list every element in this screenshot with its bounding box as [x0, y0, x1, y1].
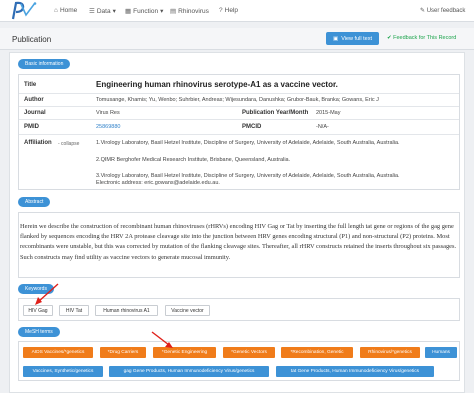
feedback-icon: ✎ [420, 8, 427, 14]
mesh-term[interactable]: *Drug Carriers [100, 347, 146, 358]
pmid-label: PMID [24, 124, 39, 130]
affiliation-3: 3.Virology Laboratory, Basil Hetzel Inst… [96, 173, 400, 179]
divider [19, 93, 459, 94]
function-icon: ▦ [125, 8, 132, 15]
nav-home-label: Home [59, 7, 78, 14]
pubyear-label: Publication Year/Month [242, 110, 309, 116]
database-icon: ☰ [89, 8, 95, 15]
keyword-tag[interactable]: HIV Tat [59, 305, 89, 316]
mesh-term[interactable]: tat Gene Products, Human Immunodeficienc… [276, 366, 434, 377]
abstract-section-label: Abstract [18, 197, 51, 207]
affiliation-2: 2.QIMR Berghofer Medical Research Instit… [96, 157, 291, 163]
user-feedback-link[interactable]: ✎ User feedback [420, 7, 465, 14]
mesh-term[interactable]: *Genetic Vectors [223, 347, 275, 358]
chevron-down-icon: ▾ [112, 8, 116, 15]
site-logo[interactable] [8, 1, 44, 21]
pmid-link[interactable]: 25869880 [96, 124, 120, 130]
mesh-term[interactable]: Humans [425, 347, 457, 358]
mesh-term[interactable]: *Recombination, Genetic [281, 347, 353, 358]
mesh-section-label: MeSH terms [18, 327, 60, 337]
divider [19, 119, 459, 120]
top-navbar: ⌂ Home ☰ Data ▾ ▦ Function ▾ ▤ Rhinoviru… [0, 0, 474, 22]
nav-help[interactable]: ? Help [219, 7, 238, 14]
page-title: Publication [12, 35, 52, 44]
pmcid-value: -N/A- [316, 124, 329, 130]
document-icon: ▣ [333, 35, 339, 42]
view-full-text-button[interactable]: ▣ View full text [326, 32, 379, 45]
divider [19, 106, 459, 107]
journal-value: Virus Res [96, 110, 120, 116]
nav-function-label: Function [133, 7, 159, 15]
pubyear-value: 2015-May [316, 110, 341, 116]
pmcid-label: PMCID [242, 124, 262, 130]
mesh-term[interactable]: gag Gene Products, Human Immunodeficienc… [109, 366, 269, 377]
annotation-arrow-keyword [35, 283, 59, 305]
author-value: Tomusange, Khamis; Yu, Wenbo; Suhrbier, … [96, 97, 379, 103]
view-full-text-label: View full text [341, 35, 372, 42]
home-icon: ⌂ [54, 7, 58, 14]
affiliation-1: 1.Virology Laboratory, Basil Hetzel Inst… [96, 140, 400, 146]
nav-help-label: Help [224, 7, 238, 14]
feedback-record-link[interactable]: ✔ Feedback for This Record [387, 35, 456, 41]
book-icon: ▤ [170, 8, 177, 15]
keyword-tag[interactable]: Vaccine vector [165, 305, 210, 316]
chevron-down-icon: ▾ [160, 8, 164, 15]
author-label: Author [24, 97, 44, 103]
collapse-toggle[interactable]: - collapse [58, 141, 79, 147]
nav-rhinovirus-label: Rhinovirus [178, 7, 209, 15]
keyword-tag[interactable]: Human rhinovirus A1 [95, 305, 158, 316]
journal-label: Journal [24, 110, 46, 116]
affiliation-label: Affiliation [24, 140, 52, 146]
mesh-term[interactable]: Vaccines, Synthetic/genetics [23, 366, 103, 377]
article-title: Engineering human rhinovirus serotype-A1… [96, 80, 338, 89]
annotation-arrow-mesh [151, 331, 173, 348]
affiliation-email: Electronic address: eric.gowans@adelaide… [96, 180, 220, 186]
nav-rhinovirus[interactable]: ▤ Rhinovirus [170, 7, 209, 16]
divider [19, 134, 459, 135]
nav-data-label: Data [96, 7, 111, 15]
mesh-term[interactable]: AIDS Vaccines/*genetics [23, 347, 93, 358]
abstract-text: Herein we describe the construction of r… [20, 223, 457, 261]
feedback-record-label: Feedback for This Record [393, 35, 457, 41]
nav-home[interactable]: ⌂ Home [54, 7, 77, 14]
title-label: Title [24, 82, 37, 88]
basic-info-section-label: Basic information [18, 59, 71, 69]
mesh-term[interactable]: Rhinovirus/*genetics [360, 347, 420, 358]
nav-data[interactable]: ☰ Data ▾ [89, 7, 116, 16]
help-icon: ? [219, 7, 223, 14]
nav-function[interactable]: ▦ Function ▾ [125, 7, 164, 16]
user-feedback-label: User feedback [426, 8, 466, 14]
